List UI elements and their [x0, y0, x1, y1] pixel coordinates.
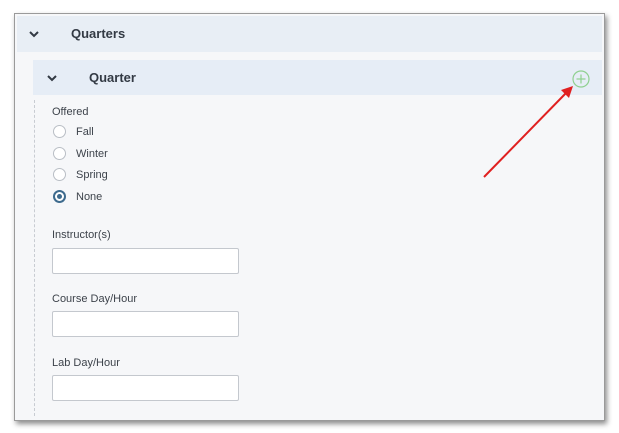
offered-label: Offered: [52, 106, 89, 118]
radio-label: Spring: [76, 168, 108, 181]
instructors-label: Instructor(s): [52, 229, 111, 241]
course-day-hour-input[interactable]: [52, 311, 239, 337]
lab-day-hour-label: Lab Day/Hour: [52, 357, 120, 369]
quarter-subsection-header[interactable]: Quarter: [33, 60, 602, 95]
radio-none[interactable]: None: [53, 190, 102, 203]
radio-spring[interactable]: Spring: [53, 168, 108, 181]
section-divider: [34, 100, 35, 416]
chevron-down-icon[interactable]: [45, 71, 59, 85]
subsection-title: Quarter: [89, 70, 136, 85]
radio-button-selected[interactable]: [53, 190, 66, 203]
quarters-section-header[interactable]: Quarters: [17, 16, 602, 52]
radio-winter[interactable]: Winter: [53, 147, 108, 160]
lab-day-hour-input[interactable]: [52, 375, 239, 401]
radio-button[interactable]: [53, 125, 66, 138]
radio-label: Winter: [76, 147, 108, 160]
radio-button[interactable]: [53, 168, 66, 181]
course-day-hour-label: Course Day/Hour: [52, 293, 137, 305]
chevron-down-icon[interactable]: [27, 27, 41, 41]
radio-button[interactable]: [53, 147, 66, 160]
add-quarter-button[interactable]: [572, 70, 590, 88]
quarters-panel: Quarters Quarter Offered Fall Winter Spr…: [14, 13, 605, 421]
radio-label: Fall: [76, 125, 94, 138]
radio-fall[interactable]: Fall: [53, 125, 94, 138]
radio-label: None: [76, 190, 103, 203]
section-title: Quarters: [71, 26, 126, 41]
instructors-input[interactable]: [52, 248, 239, 274]
